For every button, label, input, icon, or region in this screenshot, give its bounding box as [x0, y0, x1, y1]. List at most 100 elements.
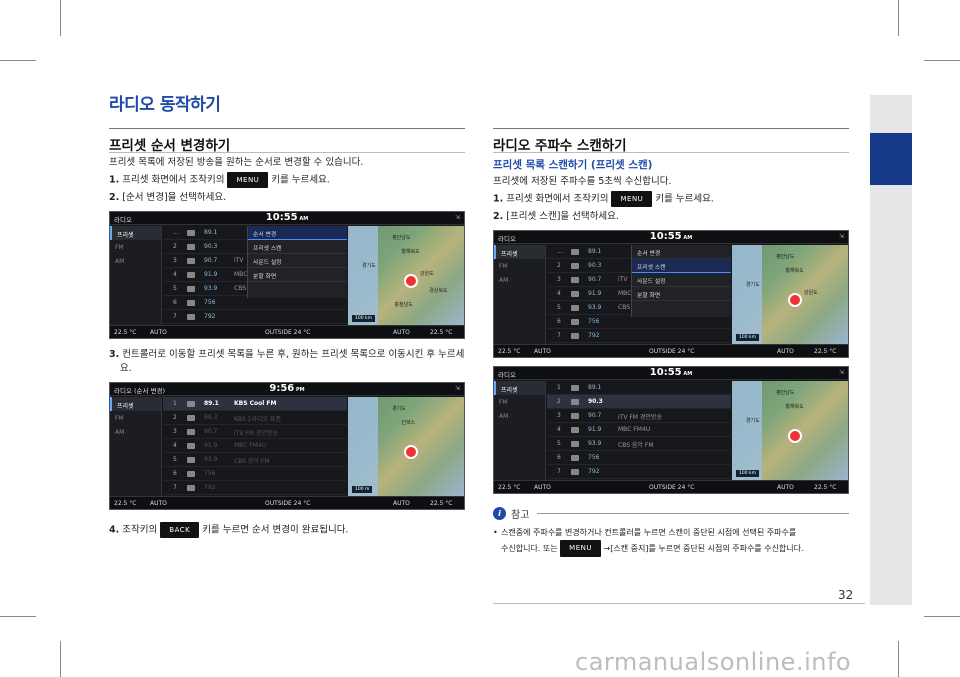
preset-number: 7 [557, 332, 561, 339]
preset-number: 1 [173, 400, 177, 407]
preset-frequency: 792 [588, 332, 600, 339]
preset-row: 5 93.9 CBS 음악 FM [163, 453, 347, 467]
clock-ampm: AM [681, 235, 693, 241]
preset-row: 6 756 [547, 315, 731, 329]
climate-value: AUTO [534, 484, 551, 491]
map-label: 황해북도 [785, 267, 804, 274]
preset-station: KBS Cool FM [234, 400, 277, 407]
step-number: 3. [109, 349, 120, 360]
band-item: 프리셋 [494, 245, 545, 259]
menu-item: 순서 변경 [248, 226, 347, 240]
map-scale: 100 km [736, 470, 760, 477]
map-scale: 100 km [736, 334, 760, 341]
preset-icon [187, 401, 195, 407]
climate-value: OUTSIDE 24 °C [649, 484, 695, 491]
preset-icon [187, 415, 195, 421]
preset-station: MBC FM4U [234, 442, 267, 449]
step-text: 키를 누르면 순서 변경이 완료됩니다. [202, 524, 349, 536]
section-title: 라디오 주파수 스캔하기 [493, 128, 849, 154]
preset-row: 6 756 [547, 451, 731, 465]
clock: 10:55 AM [649, 231, 693, 242]
popup-menu: 순서 변경 프리셋 스캔 사운드 설정 분할 화면 [631, 245, 731, 317]
preset-icon [187, 485, 195, 491]
climate-bar: 22.5 °C AUTO OUTSIDE 24 °C AUTO 22.5 °C [494, 344, 848, 357]
step-number: 4. [109, 524, 120, 536]
preset-row: 4 91.9 MBC FM4U [547, 423, 731, 437]
band-item: FM [115, 415, 124, 422]
preset-number: 7 [557, 468, 561, 475]
note-label: 참고 [511, 510, 530, 521]
screen-title: 라디오 [114, 216, 132, 224]
step-text: 프리셋 화면에서 조작키의 [122, 174, 225, 186]
preset-row: 2 90.3 [547, 395, 731, 409]
map-label: 평안남도 [776, 253, 795, 260]
crop-mark [60, 0, 61, 36]
preset-frequency: 93.9 [204, 285, 218, 292]
band-item: FM [115, 244, 124, 251]
climate-value: AUTO [393, 500, 410, 507]
band-item: FM [499, 399, 508, 406]
map-label: 충청남도 [394, 302, 413, 309]
map-label: 황해북도 [785, 403, 804, 410]
preset-number: 4 [557, 290, 561, 297]
preset-frequency: 90.3 [588, 262, 602, 269]
preset-icon [187, 314, 195, 320]
preset-row: 1 89.1 KBS Cool FM [163, 397, 347, 411]
menu-item: 프리셋 스캔 [248, 240, 347, 254]
preset-station: iTV FM 경인방송 [234, 430, 278, 437]
navigation-map: 평안남도 황해북도 경기도 100 km [732, 381, 848, 480]
right-column: 라디오 주파수 스캔하기 프리셋 목록 스캔하기 (프리셋 스캔) 프리셋에 저… [493, 128, 849, 557]
preset-station: CBS 음악 FM [618, 442, 654, 449]
clock: 9:56 PM [269, 383, 305, 394]
preset-number: 3 [173, 428, 177, 435]
preset-row: 7 792 [547, 465, 731, 479]
preset-row: 5 93.9 CBS 음악 FM [547, 437, 731, 451]
screen-title: 라디오 (순서 변경) [114, 387, 166, 395]
preset-frequency: 756 [204, 470, 216, 477]
car-position-icon [787, 292, 802, 307]
preset-frequency: 90.7 [588, 412, 602, 419]
map-sea [732, 381, 762, 480]
preset-frequency: 90.7 [588, 276, 602, 283]
preset-icon [187, 230, 195, 236]
preset-row: 4 91.9 MBC FM4U [163, 439, 347, 453]
preset-number: 6 [557, 318, 561, 325]
preset-row: 6 756 [163, 296, 347, 310]
preset-icon [187, 272, 195, 278]
note-line: 스캔중에 주파수를 변경하거나 컨트롤러를 누르면 스캔이 중단된 시점에 선택… [501, 528, 797, 537]
signal-icon: ⇲ [838, 233, 844, 240]
map-label: 경상북도 [429, 288, 448, 295]
step-number: 1. [109, 174, 120, 186]
preset-number: 4 [173, 271, 177, 278]
band-item: AM [499, 277, 509, 284]
preset-icon [571, 291, 579, 297]
menu-item: 사운드 설정 [632, 273, 731, 287]
menu-key-badge: MENU [227, 172, 269, 188]
preset-number: ... [557, 248, 563, 255]
preset-station: KBS 1라디오 표준 [234, 416, 281, 423]
signal-icon: ⇲ [454, 385, 460, 392]
page-number: 32 [838, 588, 854, 602]
preset-station: iTV FM 경인방송 [618, 414, 662, 421]
clock-ampm: AM [297, 216, 309, 222]
preset-number: 6 [173, 470, 177, 477]
step-2: 2. [순서 변경]을 선택하세요. [109, 191, 465, 205]
sub-title: 프리셋 목록 스캔하기 (프리셋 스캔) [493, 159, 653, 171]
preset-frequency: 89.1 [588, 248, 602, 255]
preset-icon [187, 244, 195, 250]
preset-number: 3 [557, 276, 561, 283]
preset-list: 1 89.1 2 90.3 3 90.7 iTV FM 경인방송 4 91.9 MBC FM4U 5… [547, 381, 731, 480]
step-4: 4. 조작키의 BACK 키를 누르면 순서 변경이 완료됩니다. [109, 522, 465, 538]
navigation-map: 평안남도 황해북도 경기도 강원도 경상북도 충청남도 100 km [348, 226, 464, 325]
preset-frequency: 91.9 [204, 271, 218, 278]
climate-value: 22.5 °C [430, 500, 453, 507]
section-title: 프리셋 순서 변경하기 [109, 128, 465, 154]
note-line: →[스캔 중지]를 누르면 중단된 시점의 주파수를 수신합니다. [603, 544, 804, 553]
note-header: i 참고 [493, 506, 849, 521]
menu-key-badge: MENU [560, 540, 601, 557]
car-position-icon [403, 273, 418, 288]
radio-screenshot-menu: 라디오 10:55 AM ⇲ 프리셋 FM AM... 89.1 2 90.3 3 90.7 iTV 4… [109, 211, 465, 339]
step-text: 키를 누르세요. [271, 174, 330, 186]
climate-bar: 22.5 °C AUTO OUTSIDE 24 °C AUTO 22.5 °C [110, 496, 464, 509]
crop-mark [924, 616, 960, 617]
